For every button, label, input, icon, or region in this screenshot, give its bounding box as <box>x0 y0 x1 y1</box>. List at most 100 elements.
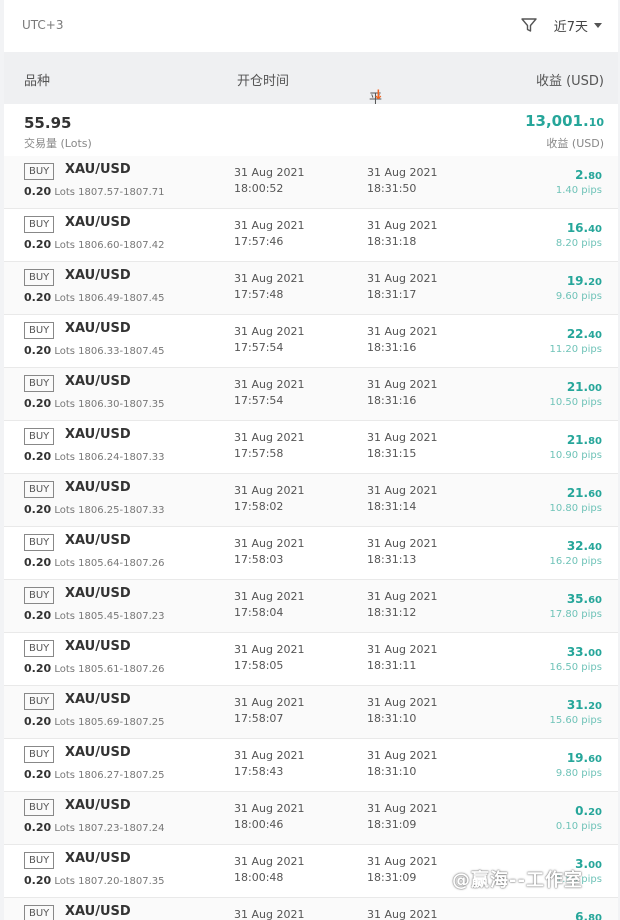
close-time: 18:31:16 <box>367 394 417 407</box>
trade-pips: 10.80 pips <box>549 503 603 514</box>
trade-lots: 0.20 Lots 1806.49-1807.45 <box>24 291 165 304</box>
open-date: 31 Aug 2021 <box>234 908 305 920</box>
side-badge: BUY <box>24 534 55 551</box>
open-datetime: 31 Aug 2021 18:00:48 <box>234 854 304 886</box>
trade-row[interactable]: BUY XAU/USD 0.20 Lots 1805.45-1807.23 31… <box>4 580 618 633</box>
trade-lots: 0.20 Lots 1807.20-1807.35 <box>24 874 165 887</box>
trade-lots: 0.20 Lots 1806.27-1807.25 <box>24 768 165 781</box>
profit-main: 35. <box>566 592 589 606</box>
trade-row[interactable]: BUY XAU/USD 0.20 Lots 1806.27-1807.25 31… <box>4 739 618 792</box>
open-datetime: 31 Aug 2021 17:58:02 <box>234 483 304 515</box>
lots-value: 0.20 <box>24 291 52 304</box>
trade-pips: 16.50 pips <box>549 662 603 673</box>
lots-value: 0.20 <box>24 450 52 463</box>
trade-lots: 0.20 Lots 1807.23-1807.24 <box>24 821 165 834</box>
trade-row[interactable]: BUY XAU/USD 0.20 Lots 1805.69-1807.25 31… <box>4 686 618 739</box>
trade-lots: 0.20 Lots 1806.24-1807.33 <box>24 450 165 463</box>
trade-row[interactable]: BUY XAU/USD 0.20 Lots 1806.60-1807.42 31… <box>4 209 618 262</box>
side-badge: BUY <box>24 322 55 339</box>
profit-main: 6. <box>575 910 589 920</box>
trade-row[interactable]: BUY XAU/USD 0.20 Lots 1806.30-1807.35 31… <box>4 368 618 421</box>
open-time: 17:57:46 <box>234 235 284 248</box>
trade-pips: 17.80 pips <box>549 609 603 620</box>
close-date: 31 Aug 2021 <box>367 802 438 815</box>
open-datetime: 31 Aug 2021 17:57:48 <box>234 271 304 303</box>
lots-unit: Lots <box>54 346 75 357</box>
open-time: 17:57:48 <box>234 288 284 301</box>
trade-profit: 31.20 <box>567 698 602 712</box>
price-range: 1805.61-1807.26 <box>78 664 165 675</box>
profit-main: 21. <box>566 433 589 447</box>
trade-profit: 6.80 <box>575 910 602 920</box>
close-datetime: 31 Aug 2021 18:31:10 <box>367 695 437 727</box>
total-profit-value: 13,001.10 <box>525 112 604 130</box>
column-header-profit[interactable]: 收益 (USD) <box>536 70 604 89</box>
lots-value: 0.20 <box>24 503 52 516</box>
profit-cents: 00 <box>588 860 602 871</box>
trade-row[interactable]: BUY XAU/USD 0.20 Lots 1807.23-1807.24 31… <box>4 792 618 845</box>
total-lots-value: 55.95 <box>24 114 72 132</box>
lots-unit: Lots <box>54 293 75 304</box>
profit-cents: 20 <box>588 701 602 712</box>
profit-cents: 00 <box>588 648 602 659</box>
trade-symbol: XAU/USD <box>65 533 131 548</box>
profit-main: 21. <box>566 380 589 394</box>
trade-pips: 0.10 pips <box>555 821 602 832</box>
trade-row[interactable]: BUY XAU/USD 0.20 Lots 1807.57-1807.71 31… <box>4 156 618 209</box>
lots-value: 0.20 <box>24 344 52 357</box>
trade-lots: 0.20 Lots 1805.61-1807.26 <box>24 662 165 675</box>
close-date: 31 Aug 2021 <box>367 696 438 709</box>
close-datetime: 31 Aug 2021 18:31:09 <box>367 854 437 886</box>
trade-lots: 0.20 Lots 1806.30-1807.35 <box>24 397 165 410</box>
close-time: 18:31:17 <box>367 288 417 301</box>
column-header-symbol[interactable]: 品种 <box>24 70 50 89</box>
trade-symbol: XAU/USD <box>65 427 131 442</box>
profit-main: 0. <box>575 804 589 818</box>
close-date: 31 Aug 2021 <box>367 749 438 762</box>
open-date: 31 Aug 2021 <box>234 219 305 232</box>
close-datetime: 31 Aug 2021 18:31:18 <box>367 218 437 250</box>
date-range-dropdown[interactable]: 近7天 <box>554 16 602 35</box>
lots-unit: Lots <box>54 611 75 622</box>
side-badge: BUY <box>24 428 55 445</box>
trade-lots: 0.20 Lots 1807.57-1807.71 <box>24 185 165 198</box>
open-time: 17:58:02 <box>234 500 284 513</box>
trade-symbol: XAU/USD <box>65 162 131 177</box>
trade-row[interactable]: BUY XAU/USD 0.20 Lots 1805.61-1807.26 31… <box>4 633 618 686</box>
open-datetime: 31 Aug 2021 17:58:04 <box>234 589 304 621</box>
trade-row[interactable]: BUY XAU/USD 0.20 Lots 1807.08-1807.42 31… <box>4 898 618 920</box>
profit-cents: 60 <box>588 754 602 765</box>
lots-value: 0.20 <box>24 238 52 251</box>
close-time: 18:31:09 <box>367 818 417 831</box>
trade-row[interactable]: BUY XAU/USD 0.20 Lots 1805.64-1807.26 31… <box>4 527 618 580</box>
trade-profit: 21.80 <box>567 433 602 447</box>
trade-profit: 22.40 <box>567 327 602 341</box>
close-datetime: 31 Aug 2021 18:31:13 <box>367 536 437 568</box>
trade-row[interactable]: BUY XAU/USD 0.20 Lots 1806.25-1807.33 31… <box>4 474 618 527</box>
trade-row[interactable]: BUY XAU/USD 0.20 Lots 1806.24-1807.33 31… <box>4 421 618 474</box>
close-date: 31 Aug 2021 <box>367 855 438 868</box>
trade-pips: 8.20 pips <box>555 238 602 249</box>
lots-value: 0.20 <box>24 874 52 887</box>
open-date: 31 Aug 2021 <box>234 431 305 444</box>
column-header-open-time[interactable]: 开仓时间 <box>237 70 289 89</box>
profit-cents: 60 <box>588 595 602 606</box>
close-time: 18:31:13 <box>367 553 417 566</box>
profit-main: 32. <box>566 539 589 553</box>
price-range: 1806.49-1807.45 <box>78 293 165 304</box>
open-datetime: 31 Aug 2021 17:57:54 <box>234 324 304 356</box>
trade-row[interactable]: BUY XAU/USD 0.20 Lots 1806.49-1807.45 31… <box>4 262 618 315</box>
profit-cents: 80 <box>588 436 602 447</box>
filter-icon[interactable] <box>520 16 538 34</box>
trade-symbol: XAU/USD <box>65 745 131 760</box>
open-date: 31 Aug 2021 <box>234 590 305 603</box>
open-date: 31 Aug 2021 <box>234 272 305 285</box>
lots-value: 0.20 <box>24 397 52 410</box>
trade-row[interactable]: BUY XAU/USD 0.20 Lots 1806.33-1807.45 31… <box>4 315 618 368</box>
close-date: 31 Aug 2021 <box>367 219 438 232</box>
price-range: 1807.57-1807.71 <box>78 187 165 198</box>
lots-unit: Lots <box>54 876 75 887</box>
trade-pips: 10.50 pips <box>549 397 603 408</box>
close-time: 18:31:50 <box>367 182 417 195</box>
profit-main: 16. <box>566 221 589 235</box>
